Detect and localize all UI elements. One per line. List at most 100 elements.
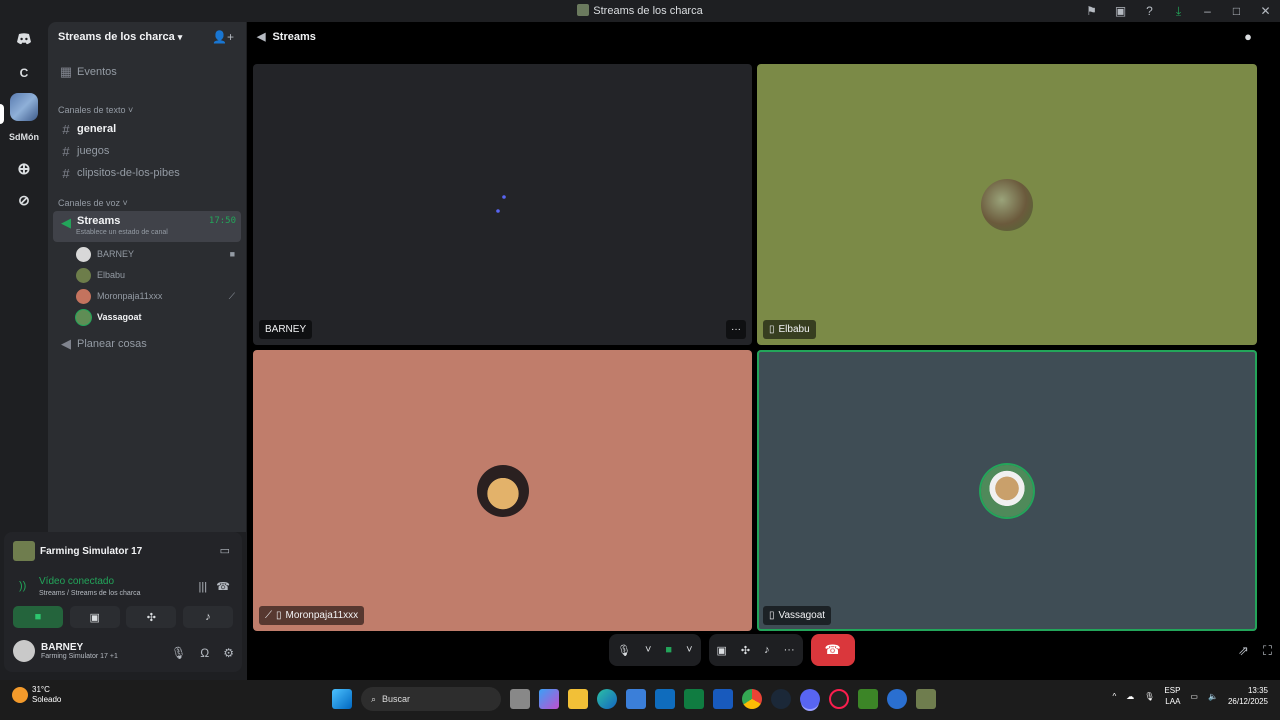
- game-icon: [13, 541, 35, 561]
- app-icon[interactable]: [887, 689, 907, 709]
- windows-taskbar: 31°C Soleado ⌕ Buscar ^ ☁ 🎙 ESP LAA ▭ 🔈 13:…: [0, 680, 1280, 720]
- discord-icon[interactable]: [800, 689, 820, 709]
- screen-share-icon[interactable]: ▭: [220, 544, 230, 557]
- video-tile-vassagoat[interactable]: ▯ Vassagoat: [757, 350, 1257, 631]
- channel-juegos[interactable]: # juegos: [53, 140, 241, 162]
- camera-button[interactable]: ■: [665, 644, 672, 656]
- chevron-down-icon[interactable]: ˅: [645, 644, 651, 656]
- voice-channel-planear[interactable]: ◀ Planear cosas: [53, 333, 241, 355]
- voice-category[interactable]: Canales de voz ˅: [58, 198, 128, 208]
- chrome-icon[interactable]: [742, 689, 762, 709]
- network-icon[interactable]: ☁: [1126, 692, 1134, 701]
- noise-suppression-icon[interactable]: |||: [199, 581, 208, 593]
- popout-icon[interactable]: ⇗: [1238, 643, 1249, 659]
- screen-share-button[interactable]: ▣: [717, 644, 727, 657]
- chevron-up-icon[interactable]: ^: [1112, 692, 1116, 701]
- participant-name-tag: BARNEY: [259, 320, 313, 339]
- invite-people-icon[interactable]: 👤+: [212, 30, 234, 44]
- maximize-button[interactable]: □: [1222, 4, 1251, 18]
- soundboard-button[interactable]: ♪: [182, 606, 233, 628]
- user-area[interactable]: BARNEY Farming Simulator 17 +1: [13, 640, 118, 662]
- minimize-button[interactable]: –: [1193, 4, 1222, 18]
- task-view-icon[interactable]: [510, 689, 530, 709]
- loading-spinner-icon: [496, 195, 506, 213]
- windows-start-icon[interactable]: [332, 689, 352, 709]
- disconnect-call-button[interactable]: ☎: [810, 634, 855, 666]
- signal-icon: )): [19, 580, 27, 592]
- voice-channel-streams[interactable]: ◀ Streams 17:50 Establece un estado de ca…: [53, 211, 241, 242]
- search-box[interactable]: ⌕ Buscar: [361, 687, 501, 711]
- mic-button[interactable]: 🎙: [617, 644, 631, 657]
- server-avatar[interactable]: [10, 93, 38, 121]
- activities-button[interactable]: ✣: [126, 606, 177, 628]
- voice-user-barney[interactable]: BARNEY ■: [76, 244, 241, 264]
- clock[interactable]: 13:35 26/12/2025: [1228, 685, 1268, 707]
- activity-panel: Farming Simulator 17 ▭ )) Vídeo conectad…: [4, 532, 242, 672]
- avatar: [981, 178, 1033, 231]
- channel-sidebar: Streams de los charca ▾ 👤+ ▦ Eventos Canal…: [48, 22, 246, 532]
- screen-share-button[interactable]: ▣: [69, 606, 120, 628]
- wifi-icon[interactable]: ▭: [1190, 692, 1198, 701]
- server-name-header[interactable]: Streams de los charca ▾: [58, 31, 182, 43]
- camera-button[interactable]: ■: [13, 606, 63, 628]
- settings-gear-icon[interactable]: ⚙: [223, 646, 234, 660]
- download-icon[interactable]: ⤓: [1164, 4, 1193, 19]
- store-icon[interactable]: [626, 689, 646, 709]
- game-title: Farming Simulator 17: [40, 545, 143, 557]
- participant-name-tag: ⟋ ▯ Moronpaja11xxx: [259, 606, 365, 625]
- copilot-icon[interactable]: [539, 689, 559, 709]
- avatar: [76, 288, 91, 304]
- video-tile-barney[interactable]: BARNEY ···: [253, 64, 752, 345]
- headphones-icon[interactable]: Ω: [200, 646, 209, 660]
- voice-connected-status[interactable]: Vídeo conectado: [39, 576, 114, 587]
- fullscreen-icon[interactable]: ⛶: [1263, 643, 1272, 659]
- help-icon[interactable]: ?: [1135, 4, 1164, 18]
- screen-icon[interactable]: ▣: [1106, 4, 1135, 18]
- disconnect-icon[interactable]: ☎: [216, 581, 230, 593]
- voice-user-moronpaja[interactable]: Moronpaja11xxx ⟋: [76, 286, 241, 306]
- text-category[interactable]: Canales de texto ˅: [58, 105, 133, 115]
- search-icon: ⌕: [371, 693, 377, 704]
- volume-icon[interactable]: 🔈: [1208, 692, 1218, 701]
- weather-widget[interactable]: 31°C Soleado: [12, 685, 61, 705]
- channel-status[interactable]: Establece un estado de canal: [76, 229, 168, 236]
- discord-home-icon[interactable]: [10, 25, 38, 53]
- more-options-button[interactable]: ···: [726, 320, 746, 339]
- language-indicator[interactable]: ESP LAA: [1164, 685, 1180, 707]
- chat-bubble-icon[interactable]: ●: [1244, 29, 1252, 44]
- camera-icon: ■: [229, 249, 235, 259]
- file-explorer-icon[interactable]: [568, 689, 588, 709]
- speaker-icon: ◀: [61, 215, 71, 230]
- add-server-icon[interactable]: ⊕: [10, 155, 38, 183]
- events-item[interactable]: ▦ Eventos: [53, 61, 241, 83]
- close-button[interactable]: ✕: [1251, 4, 1280, 18]
- word-icon[interactable]: [713, 689, 733, 709]
- video-tile-elbabu[interactable]: ▯ Elbabu: [757, 64, 1257, 345]
- steam-icon[interactable]: [771, 689, 791, 709]
- phone-icon: ▯: [769, 610, 775, 621]
- username: BARNEY: [41, 642, 84, 653]
- calendar-icon: ▦: [59, 64, 73, 79]
- opera-gx-icon[interactable]: [829, 689, 849, 709]
- inbox-icon[interactable]: ⚑: [1077, 4, 1106, 18]
- voice-user-elbabu[interactable]: Elbabu: [76, 265, 241, 285]
- server-c-button[interactable]: C: [10, 59, 38, 87]
- more-button[interactable]: ···: [784, 644, 795, 656]
- voice-user-vassagoat[interactable]: Vassagoat: [76, 307, 241, 327]
- mic-icon[interactable]: 🎙: [1144, 692, 1154, 701]
- edge-icon[interactable]: [597, 689, 617, 709]
- excel-icon[interactable]: [684, 689, 704, 709]
- farming-simulator-icon[interactable]: [916, 689, 936, 709]
- video-tile-moronpaja[interactable]: ⟋ ▯ Moronpaja11xxx: [253, 350, 752, 631]
- soundboard-button[interactable]: ♪: [764, 644, 770, 656]
- mic-icon[interactable]: 🎙: [171, 646, 186, 660]
- explore-icon[interactable]: ⊘: [10, 186, 38, 214]
- activities-button[interactable]: ✣: [741, 644, 750, 657]
- outlook-icon[interactable]: [655, 689, 675, 709]
- minecraft-icon[interactable]: [858, 689, 878, 709]
- channel-clipsitos[interactable]: # clipsitos-de-los-pibes: [53, 162, 241, 184]
- channel-general[interactable]: # general: [53, 118, 241, 140]
- chevron-down-icon[interactable]: ˅: [686, 644, 692, 656]
- call-timer: 17:50: [208, 216, 236, 226]
- sun-icon: [12, 687, 28, 703]
